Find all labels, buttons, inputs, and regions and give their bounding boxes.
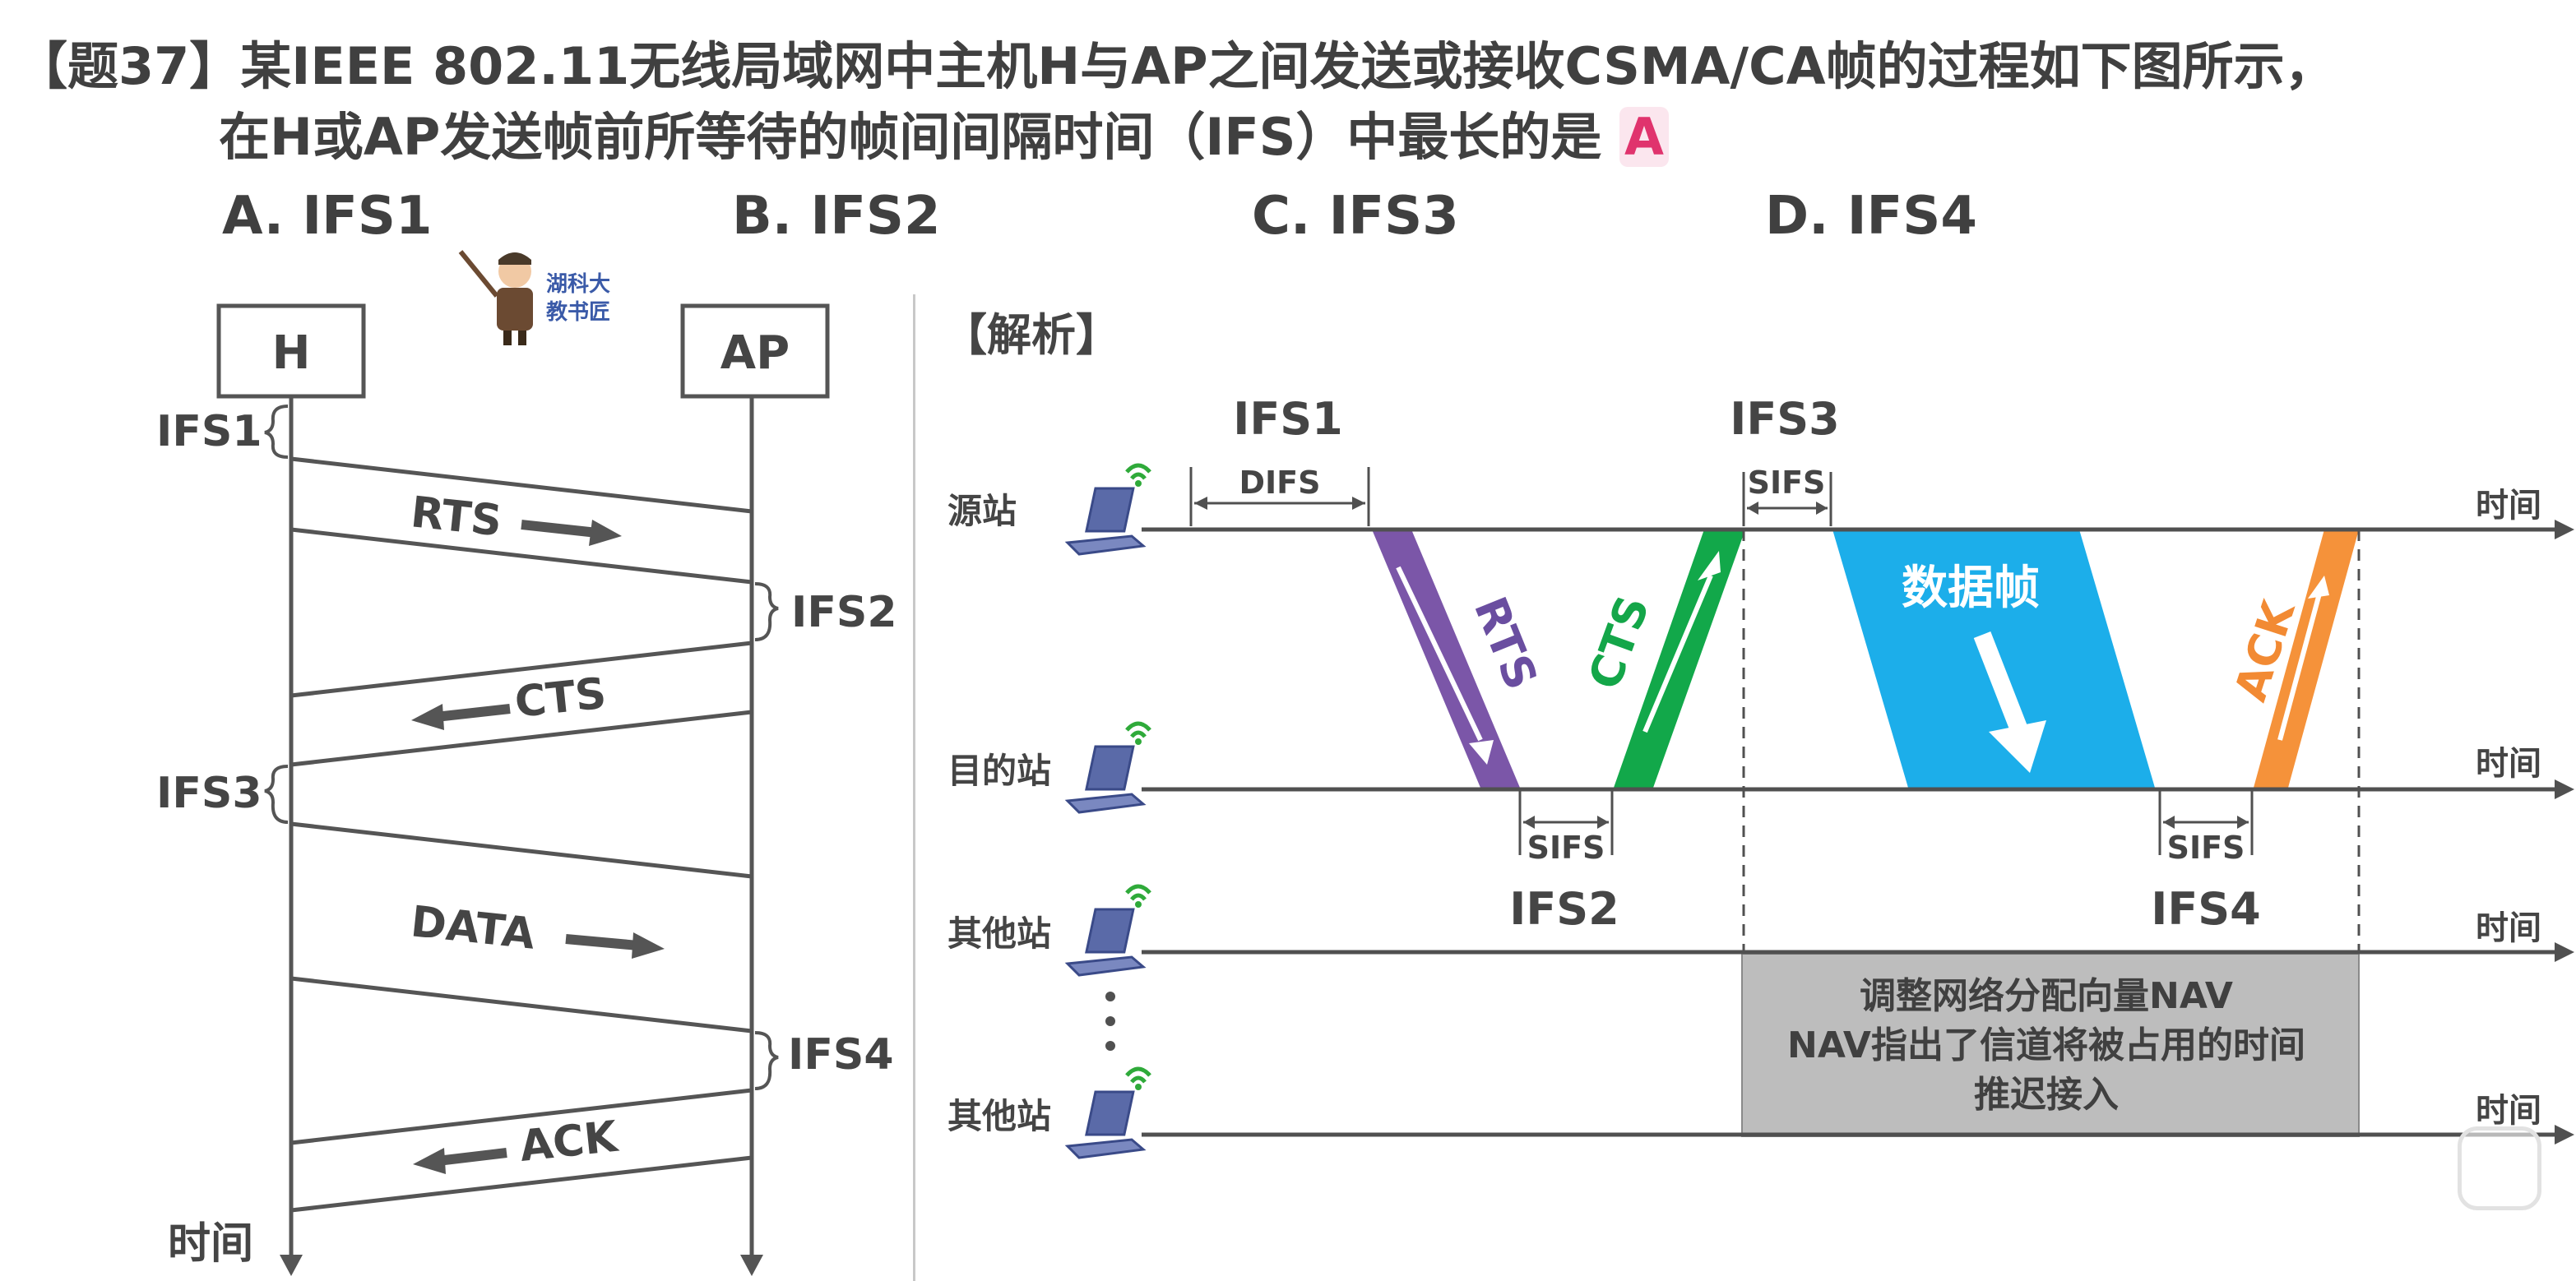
station-icons — [1064, 463, 1151, 1159]
data-frame-top — [290, 821, 753, 879]
nav-line-2: NAV指出了信道将被占用的时间 — [1787, 1024, 2305, 1066]
h-time-arrow-icon — [280, 1255, 303, 1276]
left-cts-label: CTS — [512, 669, 609, 728]
left-ack-label: ACK — [517, 1112, 621, 1172]
data-frame-label: 数据帧 — [1902, 562, 2040, 615]
laptop-wifi-icon — [1064, 463, 1151, 556]
difs-label: DIFS — [1239, 465, 1320, 501]
station-dest-label: 目的站 — [947, 751, 1051, 791]
node-h-label: H — [272, 326, 311, 380]
left-labels: H AP IFS1 IFS2 IFS3 IFS4 RTS CTS DATA AC… — [156, 326, 897, 1269]
rts-frame-bottom — [290, 527, 753, 585]
right-ifs4-label: IFS4 — [2151, 883, 2260, 935]
data-arrowhead-icon — [632, 932, 665, 959]
left-rts-label: RTS — [409, 488, 504, 546]
play-watermark-icon — [2458, 1126, 2541, 1210]
rts-arrow-icon — [521, 520, 598, 538]
ellipsis-dots — [1105, 992, 1115, 1051]
left-time-label: 时间 — [168, 1219, 253, 1269]
laptop-wifi-icon — [1064, 1066, 1151, 1159]
ifs4-brace — [754, 1031, 779, 1090]
station-other1-label: 其他站 — [947, 913, 1051, 954]
left-ifs3-label: IFS3 — [156, 769, 262, 818]
cts-frame-label: CTS — [1578, 589, 1660, 696]
ifs1-brace — [264, 405, 289, 459]
diagram-canvas: 湖科大 教书匠 H AP IFS1 IFS2 IFS3 IFS4 RTS CTS… — [156, 250, 2574, 1276]
other2-axis-arrow-icon — [2555, 1125, 2574, 1145]
nav-line-1: 调整网络分配向量NAV — [1860, 975, 2233, 1017]
ack-arrow-icon — [437, 1148, 507, 1166]
other2-time-label: 时间 — [2476, 1092, 2541, 1130]
dest-axis-arrow-icon — [2555, 779, 2574, 799]
ifs2-brace — [754, 582, 779, 641]
mascot-teacher-icon — [458, 250, 533, 345]
analysis-heading: 【解析】 — [943, 309, 1120, 361]
ifs3-brace — [264, 765, 289, 824]
rts-direction-icon — [1396, 566, 1483, 742]
left-ifs2-label: IFS2 — [791, 588, 897, 637]
laptop-wifi-icon — [1064, 884, 1151, 977]
rts-frame-label: RTS — [1464, 590, 1547, 696]
source-axis-arrow-icon — [2555, 520, 2574, 539]
right-ifs2-label: IFS2 — [1509, 883, 1619, 935]
ap-time-arrow-icon — [740, 1255, 763, 1276]
ack-arrowhead-icon — [413, 1148, 446, 1174]
right-ifs3-label: IFS3 — [1730, 393, 1839, 445]
left-data-label: DATA — [409, 897, 538, 959]
dest-time-label: 时间 — [2476, 745, 2541, 783]
node-ap-label: AP — [720, 326, 790, 380]
data-frame-bottom — [290, 976, 753, 1034]
station-source-label: 源站 — [947, 491, 1017, 531]
station-other2-label: 其他站 — [947, 1096, 1051, 1136]
other1-axis-arrow-icon — [2555, 942, 2574, 962]
other1-time-label: 时间 — [2476, 909, 2541, 947]
left-frame-arrows — [411, 520, 665, 1174]
rts-frame-top — [290, 456, 753, 514]
nav-line-3: 推迟接入 — [1974, 1074, 2119, 1116]
data-arrow-icon — [565, 934, 639, 950]
cts-arrow-icon — [435, 704, 511, 722]
sifs-label-ifs2: SIFS — [1527, 830, 1605, 866]
rts-arrowhead-icon — [589, 520, 622, 546]
mascot-label-1: 湖科大 — [546, 272, 610, 297]
laptop-wifi-icon — [1064, 721, 1151, 814]
sifs-label-ifs3: SIFS — [1748, 465, 1826, 501]
right-ifs1-label: IFS1 — [1233, 393, 1342, 445]
left-ifs1-label: IFS1 — [156, 407, 262, 456]
source-time-label: 时间 — [2476, 487, 2541, 525]
mascot-label-2: 教书匠 — [546, 300, 610, 325]
cts-arrowhead-icon — [411, 704, 444, 730]
sifs-label-ifs4: SIFS — [2167, 830, 2245, 866]
left-ifs4-label: IFS4 — [788, 1030, 894, 1080]
